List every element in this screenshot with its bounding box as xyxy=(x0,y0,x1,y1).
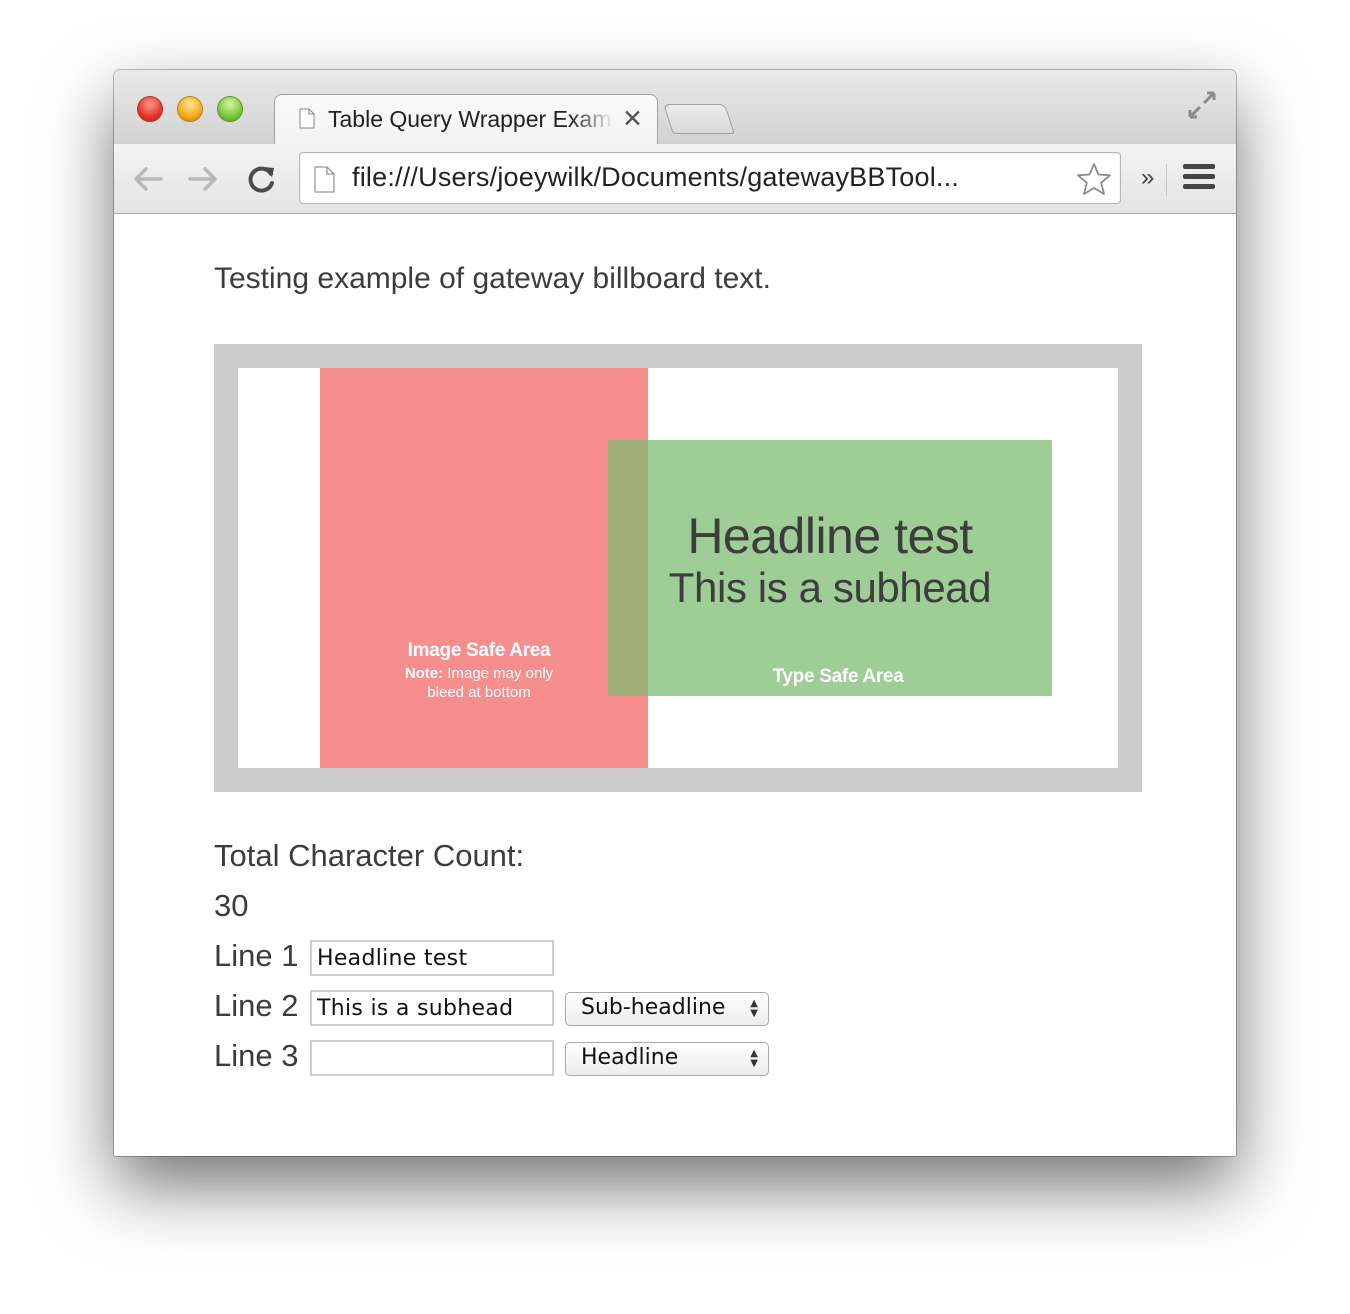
zoom-window-button[interactable] xyxy=(217,96,243,122)
browser-toolbar: file:///Users/joeywilk/Documents/gateway… xyxy=(114,144,1236,214)
line-2-label: Line 2 xyxy=(214,988,299,1023)
close-window-button[interactable] xyxy=(137,96,163,122)
billboard-headline: Headline test xyxy=(687,508,973,564)
tab-close-icon[interactable]: ✕ xyxy=(622,104,643,134)
document-icon xyxy=(299,108,315,129)
line-3-label: Line 3 xyxy=(214,1038,299,1073)
address-url[interactable]: file:///Users/joeywilk/Documents/gateway… xyxy=(352,162,1062,193)
line-2-style-value: Sub-headline xyxy=(581,995,726,1020)
line-3-style-value: Headline xyxy=(581,1045,679,1070)
line-2-input[interactable] xyxy=(310,990,554,1026)
line-3-style-select[interactable]: Headline ▲ ▼ xyxy=(565,1042,769,1076)
image-safe-area xyxy=(320,368,648,768)
reload-icon[interactable] xyxy=(245,162,279,196)
address-bar[interactable]: file:///Users/joeywilk/Documents/gateway… xyxy=(299,152,1121,204)
fullscreen-icon[interactable] xyxy=(1186,89,1218,121)
page-content: Testing example of gateway billboard tex… xyxy=(114,214,1236,1156)
bookmarks-overflow-button[interactable]: » xyxy=(1141,164,1154,192)
select-arrows-icon: ▲ ▼ xyxy=(750,998,758,1019)
billboard-canvas: Image Safe Area Note: Image may only blee… xyxy=(238,368,1118,768)
image-safe-note: Note: Image may only bleed at bottom xyxy=(320,664,638,702)
line-1-input[interactable] xyxy=(310,940,554,976)
type-safe-label: Type Safe Area xyxy=(772,666,904,687)
menu-icon[interactable] xyxy=(1183,164,1215,194)
minimize-window-button[interactable] xyxy=(177,96,203,122)
title-bar: Table Query Wrapper Exam ✕ xyxy=(114,70,1236,145)
bookmark-star-icon[interactable] xyxy=(1076,162,1112,196)
line-1-label: Line 1 xyxy=(214,938,299,973)
billboard-preview: Image Safe Area Note: Image may only blee… xyxy=(214,344,1142,792)
billboard-subhead: This is a subhead xyxy=(668,564,992,611)
toolbar-divider xyxy=(1166,164,1167,196)
image-safe-title: Image Safe Area xyxy=(407,640,551,661)
intro-text: Testing example of gateway billboard tex… xyxy=(214,262,771,295)
forward-arrow-icon[interactable] xyxy=(186,162,220,196)
select-arrows-icon: ▲ ▼ xyxy=(750,1048,758,1069)
character-count-value: 30 xyxy=(214,888,249,923)
browser-window: Table Query Wrapper Exam ✕ file:///Users… xyxy=(114,70,1236,1156)
page-icon xyxy=(314,166,335,193)
image-safe-note-line1: Image may only xyxy=(443,665,554,682)
back-arrow-icon[interactable] xyxy=(131,162,165,196)
character-count-label: Total Character Count: xyxy=(214,838,525,873)
image-safe-note-bold: Note: xyxy=(404,665,444,682)
tab-active[interactable]: Table Query Wrapper Exam ✕ xyxy=(274,94,658,145)
tab-title: Table Query Wrapper Exam xyxy=(328,106,612,132)
line-2-style-select[interactable]: Sub-headline ▲ ▼ xyxy=(565,992,769,1026)
new-tab-button[interactable] xyxy=(663,104,735,134)
image-safe-caption: Image Safe Area Note: Image may only blee… xyxy=(320,640,638,702)
line-3-input[interactable] xyxy=(310,1040,554,1076)
image-safe-note-line2: bleed at bottom xyxy=(427,684,531,701)
